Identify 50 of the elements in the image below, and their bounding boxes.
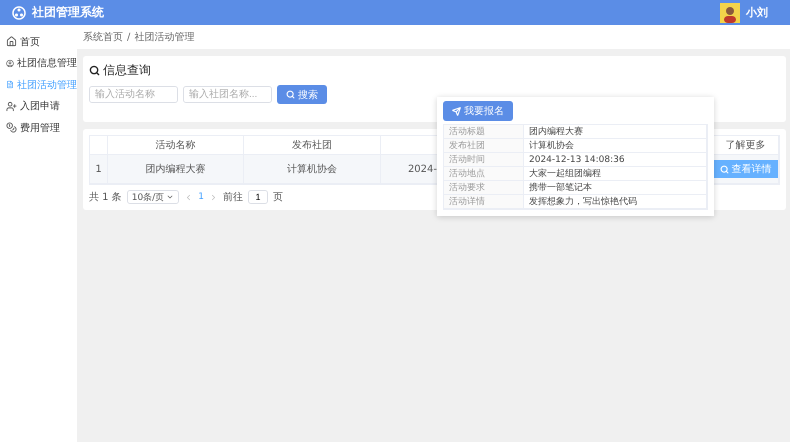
total-count: 共 1 条 [89,190,122,204]
breadcrumb-item[interactable]: 系统首页 [83,30,123,44]
user-name[interactable]: 小刘 [746,5,768,20]
document-icon [6,79,14,90]
detail-value: 团内编程大赛 [524,125,707,139]
search-field[interactable]: 输入社团名称... [183,86,272,103]
home-icon [6,36,17,48]
chevron-down-icon [166,193,174,201]
logo-icon [12,6,26,20]
detail-label: 活动详情 [444,195,524,209]
user-icon [6,58,14,69]
page-unit: 页 [272,191,283,204]
signup-button[interactable]: 我要报名 [443,101,513,121]
coins-icon [6,122,17,134]
section-title: 信息查询 [103,62,151,79]
avatar[interactable] [720,2,740,22]
breadcrumb-separator: / [127,32,130,42]
page-size-select[interactable]: 10条/页 [126,190,180,204]
header-cell: 发布社团 [244,136,381,155]
detail-label: 活动标题 [444,125,524,139]
detail-label: 活动要求 [444,181,524,195]
search-icon [720,164,728,174]
search-icon [89,65,100,76]
goto-label: 前往 [222,190,243,204]
table-cell: 2024- [381,155,438,184]
goto-page-field[interactable]: 1 [248,190,268,204]
detail-label: 发布社团 [444,139,524,153]
sidebar-item[interactable]: 社团信息管理 [0,52,77,74]
send-icon [452,106,461,116]
sidebar-item[interactable]: 入团申请 [0,96,77,117]
table-cell: 团内编程大赛 [108,155,244,184]
header-cell: 活动名称 [108,136,244,155]
search-field[interactable]: 输入活动名称 [89,86,178,103]
header-cell: 了解更多 [713,136,779,155]
app-title: 社团管理系统 [32,4,105,21]
search-icon [286,90,295,99]
detail-value: 发挥想象力，写出惊艳代码 [524,195,707,209]
detail-value: 计算机协会 [524,139,707,153]
user-plus-icon [6,100,17,112]
table-cell: 计算机协会 [244,155,381,184]
sidebar-item[interactable]: 首页 [0,31,77,52]
search-button[interactable]: 搜索 [277,85,327,104]
detail-value: 携带一部笔记本 [524,181,707,195]
detail-value: 大家一起组团编程 [524,167,707,181]
detail-label: 活动时间 [444,153,524,167]
table-cell: 1 [90,155,108,184]
detail-value: 2024-12-13 14:08:36 [524,153,707,167]
sidebar-item[interactable]: 费用管理 [0,117,77,138]
detail-label: 活动地点 [444,167,524,181]
breadcrumb-item: 社团活动管理 [134,30,194,44]
